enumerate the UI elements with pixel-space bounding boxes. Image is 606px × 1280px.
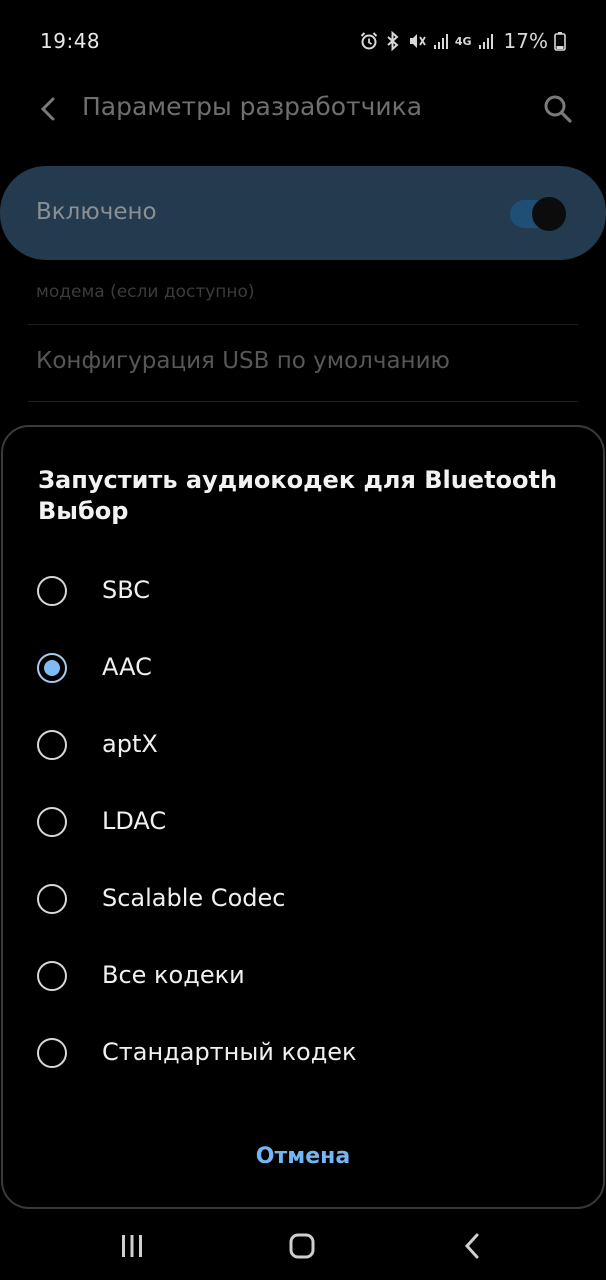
navigation-bar xyxy=(0,1212,606,1280)
option-label: Стандартный кодек xyxy=(102,1038,357,1066)
radio-button[interactable] xyxy=(37,961,67,991)
divider xyxy=(28,324,578,325)
option-scalable-codec[interactable]: Scalable Codec xyxy=(3,871,603,931)
network-type: 4G xyxy=(454,34,472,48)
battery-percent: 17% xyxy=(503,29,548,53)
radio-button[interactable] xyxy=(37,1038,67,1068)
option-aptx[interactable]: aptX xyxy=(3,717,603,777)
status-time: 19:48 xyxy=(40,29,101,53)
option-aac[interactable]: AAC xyxy=(3,640,603,700)
signal-icon-2 xyxy=(478,34,493,49)
signal-icon-1 xyxy=(433,34,448,49)
radio-button[interactable] xyxy=(37,576,67,606)
codec-selection-dialog: Запустить аудиокодек для Bluetooth Выбор… xyxy=(1,425,605,1209)
radio-button[interactable] xyxy=(37,807,67,837)
dialog-title: Запустить аудиокодек для Bluetooth Выбор xyxy=(38,466,558,525)
option-label: LDAC xyxy=(102,807,167,835)
back-icon[interactable] xyxy=(455,1230,491,1262)
cancel-button[interactable]: Отмена xyxy=(223,1137,383,1177)
toggle-thumb[interactable] xyxy=(532,197,566,231)
alarm-icon xyxy=(360,32,378,50)
screen: 19:48 4G 17% Параметры разработчика Вклю… xyxy=(0,0,606,1280)
switch-bar-label: Включено xyxy=(36,199,157,225)
recent-apps-icon[interactable] xyxy=(114,1230,150,1262)
option-all-codecs[interactable]: Все кодеки xyxy=(3,948,603,1008)
bluetooth-icon xyxy=(387,31,399,51)
battery-icon xyxy=(554,32,566,51)
option-label: AAC xyxy=(102,653,152,681)
divider xyxy=(28,401,578,402)
radio-button[interactable] xyxy=(37,730,67,760)
mute-icon xyxy=(409,34,426,48)
option-label: SBC xyxy=(102,576,151,604)
app-header: Параметры разработчика xyxy=(0,82,606,136)
option-default-codec[interactable]: Стандартный кодек xyxy=(3,1025,603,1085)
status-icons: 4G 17% xyxy=(359,29,566,53)
page-title: Параметры разработчика xyxy=(82,92,423,121)
status-bar: 19:48 4G 17% xyxy=(0,0,606,82)
radio-button[interactable] xyxy=(37,884,67,914)
option-label: Scalable Codec xyxy=(102,884,286,912)
option-label: aptX xyxy=(102,730,158,758)
back-arrow-icon[interactable] xyxy=(34,94,64,124)
option-sbc[interactable]: SBC xyxy=(3,563,603,623)
option-ldac[interactable]: LDAC xyxy=(3,794,603,854)
settings-list: модема (если доступно) Конфигурация USB … xyxy=(0,260,606,430)
search-icon[interactable] xyxy=(542,93,574,125)
home-icon[interactable] xyxy=(284,1230,320,1262)
radio-button-selected[interactable] xyxy=(37,653,67,683)
option-label: Все кодеки xyxy=(102,961,245,989)
list-item-usb-config: Конфигурация USB по умолчанию xyxy=(36,348,450,374)
radio-selected-dot xyxy=(44,660,60,676)
list-item-fragment: модема (если доступно) xyxy=(36,282,255,302)
